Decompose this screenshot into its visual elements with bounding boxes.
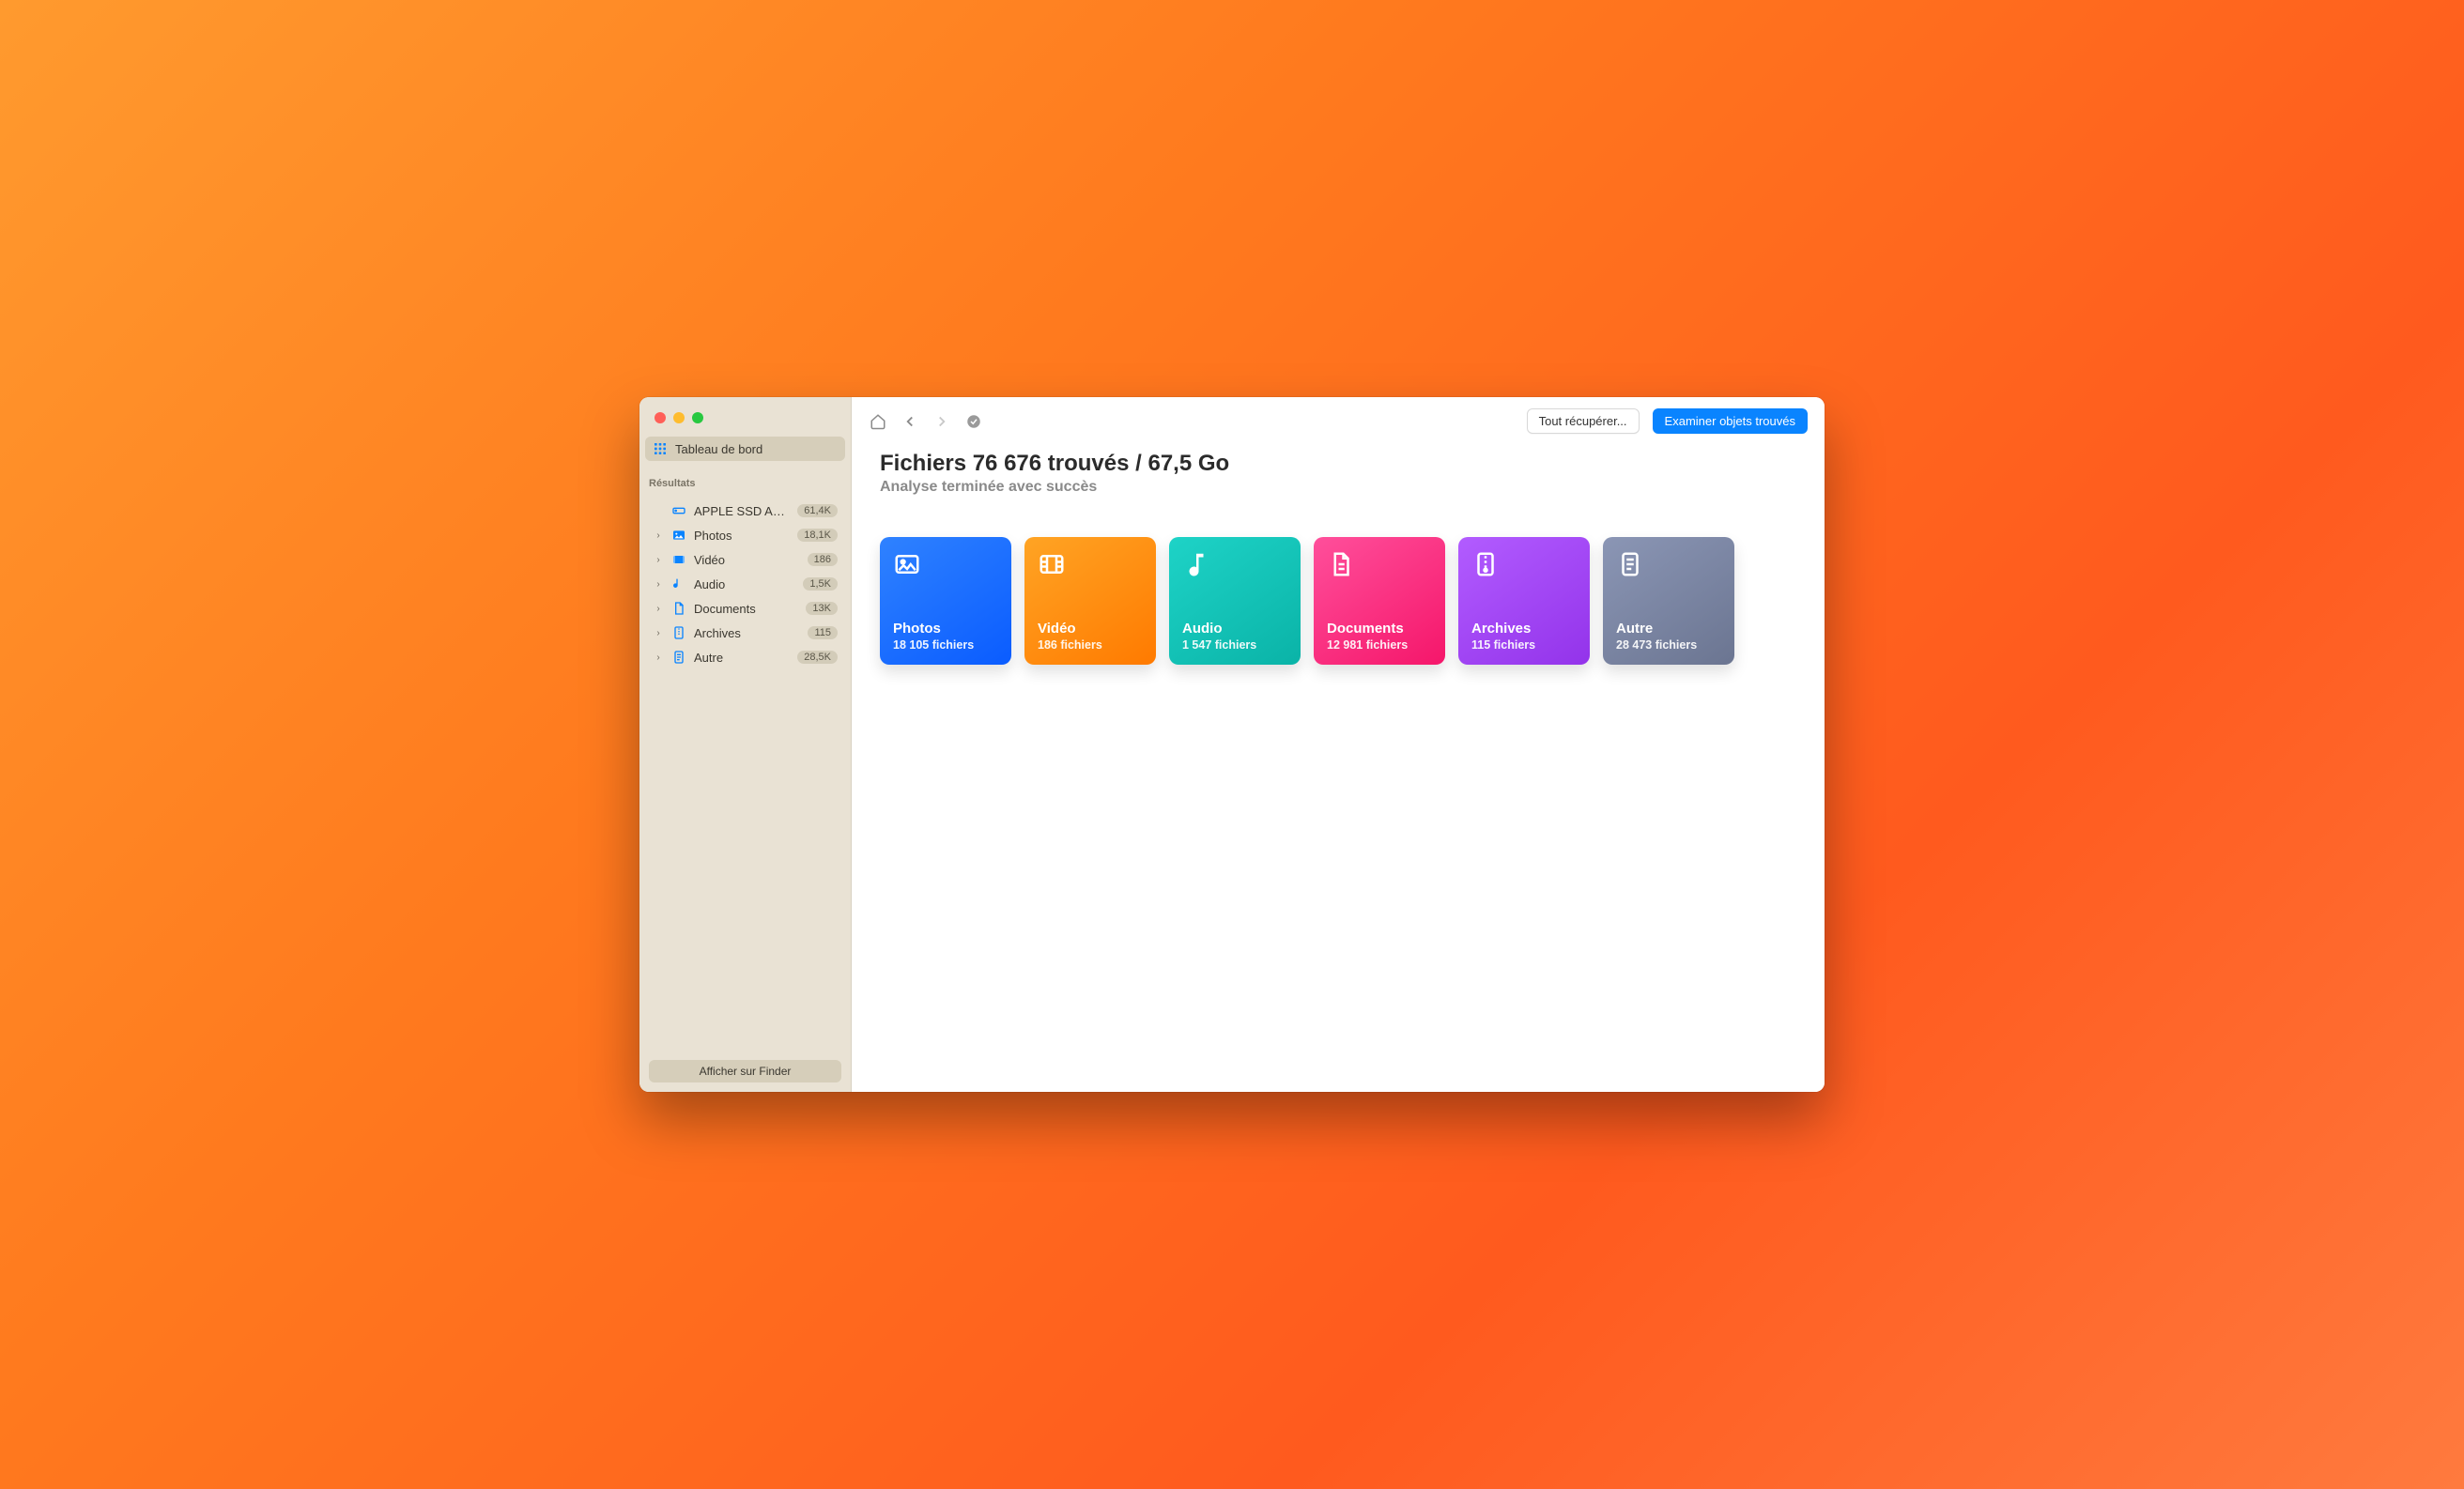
video-icon [671,552,686,567]
sidebar-item-photos[interactable]: › Photos 18,1K [645,523,845,547]
document-icon [671,601,686,616]
minimize-window-button[interactable] [673,412,685,423]
page-title: Fichiers 76 676 trouvés / 67,5 Go [880,451,1796,477]
file-icon [671,650,686,665]
sidebar-item-other[interactable]: › Autre 28,5K [645,645,845,669]
count-badge: 13K [806,602,838,615]
card-documents[interactable]: Documents 12 981 fichiers [1314,537,1445,665]
card-title: Vidéo [1038,621,1143,637]
nav-back-icon[interactable] [901,412,919,431]
sidebar-item-documents[interactable]: › Documents 13K [645,596,845,621]
sidebar: Tableau de bord Résultats APPLE SSD AP0…… [639,397,852,1092]
sidebar-item-drive[interactable]: APPLE SSD AP0… 61,4K [645,499,845,523]
review-found-button[interactable]: Examiner objets trouvés [1653,408,1808,434]
archive-zip-icon [1471,550,1500,578]
sidebar-item-label: Documents [694,602,798,616]
card-other[interactable]: Autre 28 473 fichiers [1603,537,1734,665]
category-cards: Photos 18 105 fichiers Vidéo 186 fichier… [880,537,1796,665]
count-badge: 115 [808,626,838,639]
count-badge: 28,5K [797,651,838,664]
sidebar-item-label: APPLE SSD AP0… [694,504,790,518]
count-badge: 61,4K [797,504,838,517]
window-controls [639,397,851,433]
close-window-button[interactable] [654,412,666,423]
document-icon [1327,550,1355,578]
dashboard-icon [653,441,668,456]
nav-forward-icon [932,412,951,431]
card-subtitle: 115 fichiers [1471,638,1577,652]
archive-zip-icon [671,625,686,640]
chevron-right-icon[interactable]: › [653,652,664,663]
card-subtitle: 28 473 fichiers [1616,638,1721,652]
check-circle-icon[interactable] [964,412,983,431]
card-audio[interactable]: Audio 1 547 fichiers [1169,537,1301,665]
card-subtitle: 186 fichiers [1038,638,1143,652]
sidebar-heading-results: Résultats [639,465,851,495]
main-content: Tout récupérer... Examiner objets trouvé… [852,397,1825,1092]
chevron-right-icon[interactable]: › [653,579,664,590]
image-icon [893,550,921,578]
card-archives[interactable]: Archives 115 fichiers [1458,537,1590,665]
sidebar-item-label: Autre [694,651,790,665]
music-note-icon [671,576,686,591]
chevron-right-icon[interactable]: › [653,530,664,541]
sidebar-item-dashboard[interactable]: Tableau de bord [645,437,845,461]
card-subtitle: 18 105 fichiers [893,638,998,652]
chevron-right-icon[interactable]: › [653,604,664,614]
card-title: Archives [1471,621,1577,637]
count-badge: 186 [808,553,838,566]
card-photos[interactable]: Photos 18 105 fichiers [880,537,1011,665]
card-subtitle: 12 981 fichiers [1327,638,1432,652]
sidebar-item-audio[interactable]: › Audio 1,5K [645,572,845,596]
film-icon [1038,550,1066,578]
sidebar-item-label: Archives [694,626,800,640]
chevron-right-icon[interactable]: › [653,628,664,638]
card-title: Documents [1327,621,1432,637]
page-subtitle: Analyse terminée avec succès [880,479,1796,496]
sidebar-item-label: Vidéo [694,553,800,567]
disk-icon [671,503,686,518]
count-badge: 1,5K [803,577,838,591]
home-icon[interactable] [869,412,887,431]
app-window: Tableau de bord Résultats APPLE SSD AP0…… [639,397,1825,1092]
recover-all-button[interactable]: Tout récupérer... [1527,408,1640,434]
image-icon [671,528,686,543]
show-in-finder-button[interactable]: Afficher sur Finder [649,1060,841,1082]
card-video[interactable]: Vidéo 186 fichiers [1024,537,1156,665]
sidebar-item-label: Audio [694,577,795,591]
sidebar-item-label: Photos [694,529,790,543]
fullscreen-window-button[interactable] [692,412,703,423]
music-note-icon [1182,550,1210,578]
chevron-right-icon[interactable]: › [653,555,664,565]
card-subtitle: 1 547 fichiers [1182,638,1287,652]
count-badge: 18,1K [797,529,838,542]
card-title: Audio [1182,621,1287,637]
sidebar-item-video[interactable]: › Vidéo 186 [645,547,845,572]
card-title: Autre [1616,621,1721,637]
sidebar-item-label: Tableau de bord [675,442,838,456]
toolbar: Tout récupérer... Examiner objets trouvé… [852,397,1825,443]
sidebar-item-archives[interactable]: › Archives 115 [645,621,845,645]
card-title: Photos [893,621,998,637]
file-icon [1616,550,1644,578]
